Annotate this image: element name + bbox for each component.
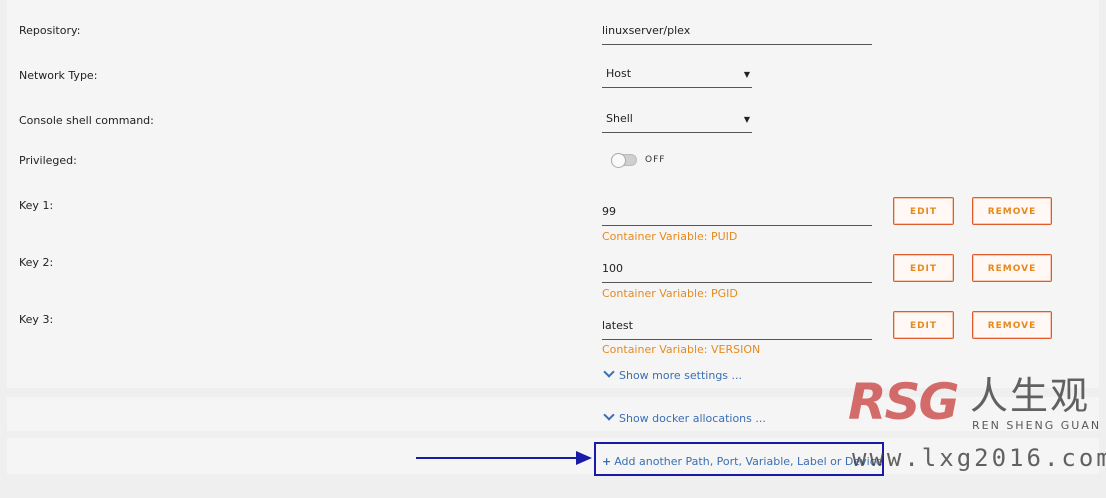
toggle-knob: [611, 153, 626, 168]
network-type-select[interactable]: Host ▼: [602, 67, 752, 88]
privileged-toggle[interactable]: [611, 153, 637, 168]
key-1-edit-button[interactable]: EDIT: [893, 197, 954, 225]
caret-down-icon: ▼: [743, 115, 750, 124]
key-2-label: Key 2:: [19, 256, 54, 269]
chevron-down-icon: [603, 366, 615, 378]
key-3-input[interactable]: latest: [602, 319, 872, 340]
show-more-settings-text: Show more settings ...: [619, 369, 743, 382]
console-shell-label: Console shell command:: [19, 114, 154, 127]
key-2-input[interactable]: 100: [602, 262, 872, 283]
repository-input[interactable]: linuxserver/plex: [602, 24, 872, 45]
network-type-value: Host: [606, 67, 632, 80]
key-3-edit-button[interactable]: EDIT: [893, 311, 954, 339]
annotation-highlight-box: [594, 442, 884, 476]
repository-label: Repository:: [19, 24, 81, 37]
privileged-label: Privileged:: [19, 154, 77, 167]
watermark-url: www.lxg2016.com: [852, 444, 1106, 472]
key-2-remove-button[interactable]: REMOVE: [972, 254, 1052, 282]
key-1-hint: Container Variable: PUID: [602, 230, 738, 243]
key-2-edit-button[interactable]: EDIT: [893, 254, 954, 282]
show-docker-allocations-text: Show docker allocations ...: [619, 412, 766, 425]
show-more-settings-link[interactable]: Show more settings ...: [602, 366, 743, 382]
key-1-label: Key 1:: [19, 199, 54, 212]
network-type-label: Network Type:: [19, 69, 98, 82]
key-2-hint: Container Variable: PGID: [602, 287, 738, 300]
privileged-state: OFF: [645, 155, 666, 165]
key-1-input[interactable]: 99: [602, 205, 872, 226]
console-shell-select[interactable]: Shell ▼: [602, 112, 752, 133]
key-1-remove-button[interactable]: REMOVE: [972, 197, 1052, 225]
key-3-remove-button[interactable]: REMOVE: [972, 311, 1052, 339]
chevron-down-icon: [603, 409, 615, 421]
arrow-head-icon: [576, 451, 592, 465]
key-3-label: Key 3:: [19, 313, 54, 326]
watermark-subtitle: REN SHENG GUAN: [972, 419, 1102, 432]
key-3-hint: Container Variable: VERSION: [602, 343, 761, 356]
watermark-logo: RSG: [848, 373, 960, 431]
arrow-right-icon: [416, 457, 580, 459]
console-shell-value: Shell: [606, 112, 633, 125]
watermark-chinese: 人生观: [970, 374, 1091, 418]
show-docker-allocations-link[interactable]: Show docker allocations ...: [602, 409, 766, 425]
caret-down-icon: ▼: [743, 70, 750, 79]
